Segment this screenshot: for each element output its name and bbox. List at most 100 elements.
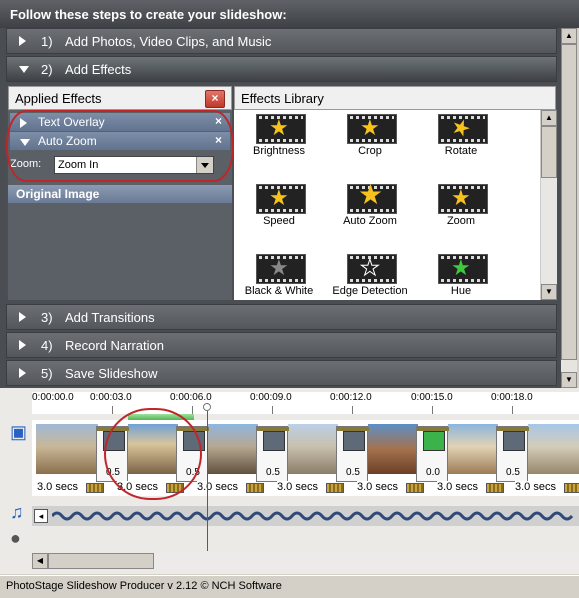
star-brightness-icon[interactable]: ★: [256, 114, 306, 144]
clip-duration: 3.0 secs: [197, 481, 238, 493]
clip-thumbnail[interactable]: [448, 424, 498, 474]
duration-handle[interactable]: [326, 483, 344, 493]
original-image-label: Original Image: [16, 187, 100, 201]
transition-icon: [343, 431, 365, 451]
main-scrollbar[interactable]: ▲ ▼: [561, 28, 577, 388]
library-scrollbar[interactable]: ▲ ▼: [540, 110, 557, 300]
expand-arrow-icon: [19, 312, 26, 322]
step-number: 5): [41, 366, 53, 381]
star-zoom-icon[interactable]: ★: [347, 181, 397, 214]
original-image-row[interactable]: Original Image: [8, 185, 232, 203]
star-rotate-icon[interactable]: ★: [438, 112, 488, 144]
clip-duration: 3.0 secs: [515, 481, 556, 493]
clip-duration: 3.0 secs: [357, 481, 398, 493]
star-crop-icon[interactable]: ★: [347, 114, 397, 144]
duration-handle[interactable]: [406, 483, 424, 493]
effects-library-grid: ★ Brightness ★ Crop ★ Rotate ★ Speed ★ A…: [234, 110, 540, 300]
transition-block[interactable]: 0.5: [256, 426, 289, 482]
annotation-ellipse: [104, 408, 202, 500]
star-edge-icon[interactable]: ★: [347, 254, 397, 284]
ruler-tick-label: 0:00:18.0: [491, 392, 533, 403]
playhead-line: [207, 403, 208, 551]
clip-thumbnail[interactable]: [288, 424, 338, 474]
transition-duration: 0.5: [346, 467, 360, 478]
ruler-tick-label: 0:00:12.0: [330, 392, 372, 403]
clip-duration: 3.0 secs: [437, 481, 478, 493]
clip-duration: 3.0 secs: [37, 481, 78, 493]
clip-thumbnail[interactable]: [208, 424, 258, 474]
transition-duration: 0.5: [506, 467, 520, 478]
annotation-ellipse: [6, 110, 234, 182]
status-text: PhotoStage Slideshow Producer v 2.12 © N…: [6, 580, 282, 592]
scroll-up-icon[interactable]: ▲: [541, 110, 557, 126]
effect-library-label: Speed: [263, 215, 295, 227]
star-zoom-icon[interactable]: ★: [438, 184, 488, 214]
clip-thumbnail[interactable]: [368, 424, 418, 474]
step-label: Save Slideshow: [65, 366, 158, 381]
time-ruler[interactable]: 0:00:00.0 0:00:03.0 0:00:06.0 0:00:09.0 …: [32, 392, 579, 414]
film-icon: ▣: [10, 422, 28, 442]
arrow-right-icon: [423, 431, 445, 451]
transition-icon: [263, 431, 285, 451]
star-bw-icon[interactable]: ★: [256, 254, 306, 284]
ruler-tick-label: 0:00:15.0: [411, 392, 453, 403]
effect-library-label: Rotate: [444, 145, 478, 157]
transition-block[interactable]: 0.5: [496, 426, 529, 482]
applied-effects-title: Applied Effects: [15, 91, 102, 106]
step-4[interactable]: 4) Record Narration: [6, 332, 557, 358]
expand-arrow-icon: [19, 340, 26, 350]
step-number: 2): [41, 62, 53, 77]
audio-waveform: [52, 511, 574, 521]
clip-duration: 3.0 secs: [277, 481, 318, 493]
expand-arrow-icon: [19, 368, 26, 378]
speaker-icon[interactable]: ◂: [34, 509, 48, 523]
effect-library-label: Edge Detection: [332, 285, 408, 297]
star-hue-icon[interactable]: ★: [438, 254, 488, 284]
effect-library-label: Zoom: [446, 215, 476, 227]
clip-thumbnail[interactable]: [36, 424, 98, 474]
scroll-down-icon[interactable]: ▼: [541, 284, 557, 300]
ruler-tick-label: 0:00:06.0: [170, 392, 212, 403]
music-note-icon: ♫: [10, 502, 24, 522]
collapse-arrow-icon: [19, 66, 29, 73]
scroll-thumb[interactable]: [48, 553, 154, 569]
transition-duration: 0.5: [266, 467, 280, 478]
effect-library-label: Crop: [358, 145, 382, 157]
transition-icon: [503, 431, 525, 451]
step-1[interactable]: 1) Add Photos, Video Clips, and Music: [6, 28, 557, 54]
status-bar: PhotoStage Slideshow Producer v 2.12 © N…: [0, 575, 579, 598]
transition-duration: 0.0: [426, 467, 440, 478]
ruler-tick-label: 0:00:09.0: [250, 392, 292, 403]
clip-thumbnail[interactable]: [528, 424, 579, 474]
step-label: Record Narration: [65, 338, 164, 353]
duration-handle[interactable]: [564, 483, 579, 493]
star-speed-icon[interactable]: ★: [256, 184, 306, 214]
applied-effects-header: Applied Effects ×: [8, 86, 232, 110]
step-number: 4): [41, 338, 53, 353]
duration-handle[interactable]: [486, 483, 504, 493]
close-icon[interactable]: ×: [205, 90, 225, 108]
scroll-thumb[interactable]: [561, 44, 577, 360]
effects-library-header: Effects Library: [234, 86, 556, 110]
transition-block[interactable]: 0.5: [336, 426, 369, 482]
effect-library-label: Brightness: [253, 145, 305, 157]
step-label: Add Photos, Video Clips, and Music: [65, 34, 272, 49]
step-2[interactable]: 2) Add Effects: [6, 56, 557, 82]
effect-library-label: Black & White: [244, 285, 314, 297]
step-number: 1): [41, 34, 53, 49]
effect-library-label: Auto Zoom: [343, 215, 397, 227]
scroll-left-icon[interactable]: ◀: [32, 553, 48, 569]
playhead-handle[interactable]: [203, 403, 211, 411]
microphone-icon: ●: [10, 528, 21, 548]
effect-library-label: Hue: [450, 285, 472, 297]
scroll-up-icon[interactable]: ▲: [561, 28, 577, 44]
step-3[interactable]: 3) Add Transitions: [6, 304, 557, 330]
duration-handle[interactable]: [86, 483, 104, 493]
duration-handle[interactable]: [246, 483, 264, 493]
step-label: Add Effects: [65, 62, 132, 77]
scroll-down-icon[interactable]: ▼: [561, 372, 577, 388]
ruler-tick-label: 0:00:03.0: [90, 392, 132, 403]
step-5[interactable]: 5) Save Slideshow: [6, 360, 557, 386]
transition-block[interactable]: 0.0: [416, 426, 449, 482]
scroll-thumb[interactable]: [541, 126, 557, 178]
